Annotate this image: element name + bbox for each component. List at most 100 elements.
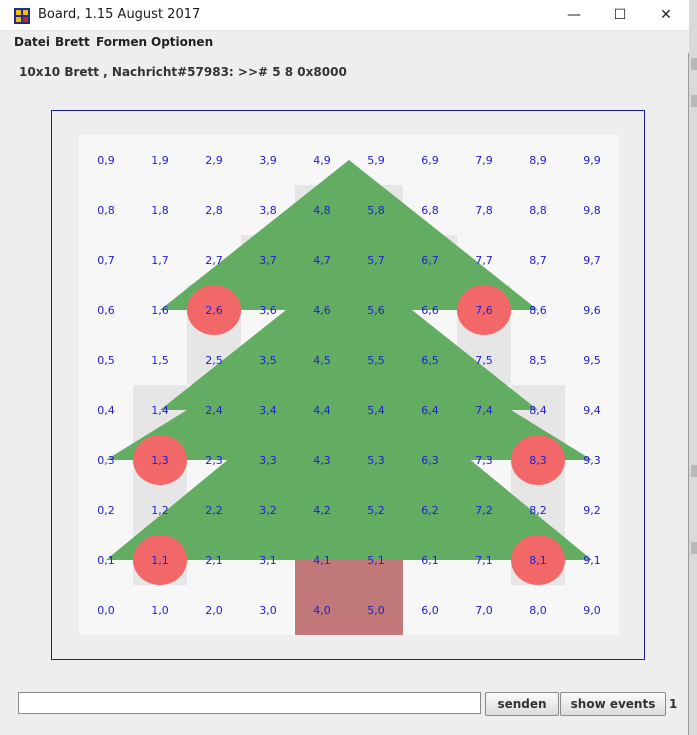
- menu-optionen[interactable]: Optionen: [151, 35, 213, 49]
- cell-coordinate-label: 1,4: [151, 404, 169, 417]
- cell-coordinate-label: 2,4: [205, 404, 223, 417]
- cell-coordinate-label: 4,9: [313, 154, 331, 167]
- cell-coordinate-label: 0,0: [97, 604, 115, 617]
- cell-coordinate-label: 8,4: [529, 404, 547, 417]
- cell-coordinate-label: 1,0: [151, 604, 169, 617]
- cell-coordinate-label: 8,1: [529, 554, 547, 567]
- cell-coordinate-label: 3,9: [259, 154, 277, 167]
- message-input[interactable]: [18, 692, 481, 714]
- cell-coordinate-label: 5,4: [367, 404, 385, 417]
- cell-coordinate-label: 8,5: [529, 354, 547, 367]
- cell-coordinate-label: 2,9: [205, 154, 223, 167]
- close-button[interactable]: ✕: [643, 0, 689, 30]
- show-events-button[interactable]: show events: [560, 692, 666, 716]
- title-bar[interactable]: Board, 1.15 August 2017 — ☐ ✕: [0, 0, 689, 31]
- cell-coordinate-label: 4,7: [313, 254, 331, 267]
- cell-coordinate-label: 3,8: [259, 204, 277, 217]
- cell-coordinate-label: 3,4: [259, 404, 277, 417]
- maximize-icon: ☐: [613, 7, 627, 23]
- cell-coordinate-label: 8,7: [529, 254, 547, 267]
- cell-coordinate-label: 6,8: [421, 204, 439, 217]
- cell-coordinate-label: 2,3: [205, 454, 223, 467]
- cell-coordinate-label: 6,5: [421, 354, 439, 367]
- cell-coordinate-label: 5,0: [367, 604, 385, 617]
- cell-coordinate-label: 5,9: [367, 154, 385, 167]
- menu-formen[interactable]: Formen: [96, 35, 147, 49]
- cell-coordinate-label: 6,1: [421, 554, 439, 567]
- cell-coordinate-label: 9,3: [583, 454, 601, 467]
- cell-coordinate-label: 4,5: [313, 354, 331, 367]
- cell-coordinate-label: 0,3: [97, 454, 115, 467]
- cell-coordinate-label: 3,6: [259, 304, 277, 317]
- cell-coordinate-label: 9,7: [583, 254, 601, 267]
- menu-datei[interactable]: Datei: [14, 35, 50, 49]
- cell-coordinate-label: 7,0: [475, 604, 493, 617]
- cell-coordinate-label: 8,9: [529, 154, 547, 167]
- minimize-icon: —: [567, 7, 581, 23]
- cell-coordinate-label: 9,2: [583, 504, 601, 517]
- cell-coordinate-label: 9,6: [583, 304, 601, 317]
- minimize-button[interactable]: —: [551, 0, 597, 30]
- cell-coordinate-label: 4,3: [313, 454, 331, 467]
- cell-coordinate-label: 2,8: [205, 204, 223, 217]
- board-frame: 0,0 1,0 2,0 3,0 4,0 5,0 6,0 7,0 8,0 9,0 0,1 1,1 2,1 3…: [51, 110, 645, 660]
- status-message: 10x10 Brett , Nachricht#57983: >># 5 8 0…: [19, 65, 347, 79]
- cell-coordinate-label: 4,6: [313, 304, 331, 317]
- menu-bar: Datei Brett Formen Optionen: [0, 31, 689, 53]
- cell-coordinate-label: 8,2: [529, 504, 547, 517]
- menu-brett[interactable]: Brett: [55, 35, 90, 49]
- cell-coordinate-label: 1,2: [151, 504, 169, 517]
- cell-coordinate-label: 9,8: [583, 204, 601, 217]
- cell-coordinate-label: 4,8: [313, 204, 331, 217]
- cell-coordinate-label: 7,3: [475, 454, 493, 467]
- cell-coordinate-label: 4,0: [313, 604, 331, 617]
- cell-coordinate-label: 7,2: [475, 504, 493, 517]
- cell-coordinate-label: 8,6: [529, 304, 547, 317]
- cell-coordinate-label: 2,7: [205, 254, 223, 267]
- cell-coordinate-label: 3,0: [259, 604, 277, 617]
- cell-coordinate-label: 1,3: [151, 454, 169, 467]
- cell-coordinate-label: 9,5: [583, 354, 601, 367]
- cell-coordinate-label: 3,1: [259, 554, 277, 567]
- cell-coordinate-label: 9,9: [583, 154, 601, 167]
- cell-coordinate-label: 3,5: [259, 354, 277, 367]
- cell-coordinate-label: 7,7: [475, 254, 493, 267]
- cell-coordinate-label: 1,9: [151, 154, 169, 167]
- cell-coordinate-label: 7,6: [475, 304, 493, 317]
- counter-label: 1: [669, 697, 678, 711]
- cell-coordinate-label: 5,6: [367, 304, 385, 317]
- cell-coordinate-label: 2,0: [205, 604, 223, 617]
- cell-coordinate-label: 8,8: [529, 204, 547, 217]
- cell-coordinate-label: 6,2: [421, 504, 439, 517]
- cell-coordinate-label: 3,3: [259, 454, 277, 467]
- cell-coordinate-label: 7,8: [475, 204, 493, 217]
- cell-coordinate-label: 5,2: [367, 504, 385, 517]
- maximize-button[interactable]: ☐: [597, 0, 643, 30]
- cell-coordinate-label: 7,5: [475, 354, 493, 367]
- send-button[interactable]: senden: [485, 692, 559, 716]
- cell-coordinate-label: 2,6: [205, 304, 223, 317]
- cell-coordinate-label: 6,4: [421, 404, 439, 417]
- cell-coordinate-label: 5,5: [367, 354, 385, 367]
- cell-coordinate-label: 3,2: [259, 504, 277, 517]
- cell-coordinate-label: 4,1: [313, 554, 331, 567]
- cell-coordinate-label: 0,4: [97, 404, 115, 417]
- cell-coordinate-label: 9,1: [583, 554, 601, 567]
- cell-coordinate-label: 1,8: [151, 204, 169, 217]
- cell-coordinate-label: 6,9: [421, 154, 439, 167]
- close-icon: ✕: [660, 7, 672, 23]
- app-icon: [14, 8, 30, 24]
- cell-coordinate-label: 6,0: [421, 604, 439, 617]
- edge-mark: [691, 542, 697, 554]
- cell-coordinate-label: 0,2: [97, 504, 115, 517]
- cell-coordinate-label: 5,7: [367, 254, 385, 267]
- cell-coordinate-label: 0,5: [97, 354, 115, 367]
- cell-coordinate-label: 1,1: [151, 554, 169, 567]
- cell-coordinate-label: 0,7: [97, 254, 115, 267]
- board-canvas[interactable]: 0,0 1,0 2,0 3,0 4,0 5,0 6,0 7,0 8,0 9,0 0,1 1,1 2,1 3…: [52, 111, 644, 659]
- cell-coordinate-label: 0,8: [97, 204, 115, 217]
- window-title: Board, 1.15 August 2017: [38, 7, 201, 22]
- cell-coordinate-label: 9,4: [583, 404, 601, 417]
- cell-coordinate-label: 2,5: [205, 354, 223, 367]
- cell-coordinate-label: 9,0: [583, 604, 601, 617]
